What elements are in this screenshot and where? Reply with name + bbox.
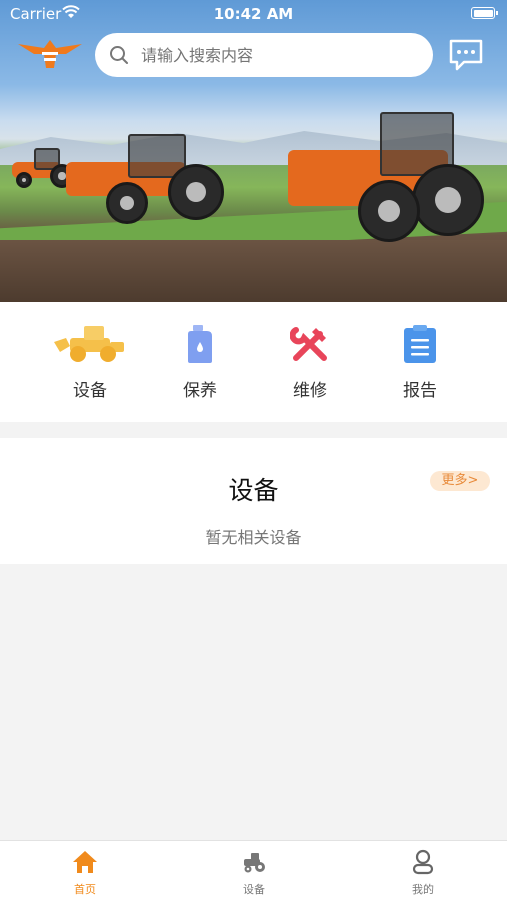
- oil-bottle-icon: [145, 322, 255, 366]
- menu-item-report[interactable]: 报告: [365, 322, 475, 401]
- loader-vehicle-icon: [35, 322, 145, 366]
- menu-item-repair[interactable]: 维修: [255, 322, 365, 401]
- status-bar: Carrier 10:42 AM: [0, 0, 507, 30]
- tab-label-equipment: 设备: [243, 883, 265, 896]
- tractor-middle: [66, 134, 226, 224]
- user-icon: [363, 849, 483, 879]
- menu-label-report: 报告: [403, 381, 437, 401]
- menu-label-equipment: 设备: [73, 381, 107, 401]
- search-bar[interactable]: [95, 33, 433, 77]
- tab-mine[interactable]: 我的: [363, 849, 483, 897]
- menu-item-maintenance[interactable]: 保养: [145, 322, 255, 401]
- tractor-icon: [194, 849, 314, 879]
- tractor-large: [288, 100, 488, 250]
- tab-label-mine: 我的: [412, 883, 434, 896]
- device-section: 设备 更多> 暂无相关设备: [0, 438, 507, 564]
- clipboard-report-icon: [365, 322, 475, 366]
- clock: 10:42 AM: [213, 5, 294, 23]
- tab-home[interactable]: 首页: [25, 849, 145, 897]
- tab-bar: 首页 设备 我的: [0, 840, 507, 901]
- home-icon: [25, 849, 145, 879]
- more-button[interactable]: 更多>: [430, 471, 490, 491]
- menu-label-repair: 维修: [293, 381, 327, 401]
- tab-label-home: 首页: [74, 883, 96, 896]
- battery-icon: [471, 7, 498, 19]
- search-icon: [109, 45, 129, 65]
- eagle-logo-icon[interactable]: [18, 38, 82, 72]
- search-input[interactable]: [139, 44, 403, 66]
- menu-item-equipment[interactable]: 设备: [35, 322, 145, 401]
- message-bubble-icon[interactable]: [448, 38, 484, 72]
- wrench-screwdriver-icon: [255, 322, 365, 366]
- empty-state-text: 暂无相关设备: [205, 528, 302, 547]
- menu-label-maintenance: 保养: [183, 381, 217, 401]
- tab-equipment[interactable]: 设备: [194, 849, 314, 897]
- quick-menu: 设备 保养 维修 报告: [0, 302, 507, 422]
